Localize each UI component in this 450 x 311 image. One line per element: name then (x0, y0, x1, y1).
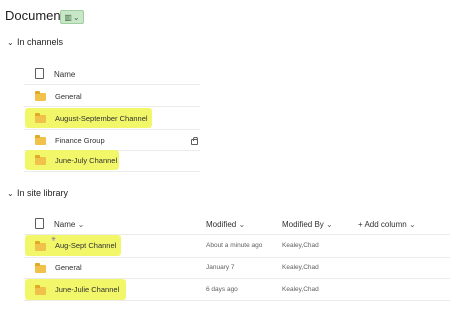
column-header-modified-by[interactable]: Modified By ⌄ (282, 220, 333, 229)
chevron-down-icon: ⌄ (72, 12, 80, 22)
folder-icon (35, 155, 46, 165)
modified-by-value[interactable]: Kealey,Chad (282, 264, 319, 271)
folder-name[interactable]: Aug-Sept Channel (55, 241, 116, 250)
list-item[interactable]: Finance Group (24, 130, 200, 150)
chevron-down-icon: ⌄ (7, 38, 14, 47)
section-in-channels[interactable]: ⌄ In channels (7, 37, 63, 47)
divider (24, 84, 200, 85)
section-heading: In site library (17, 188, 69, 198)
table-row[interactable]: June-Julie Channel 6 days ago Kealey,Cha… (24, 279, 450, 300)
table-row[interactable]: ✳ Aug-Sept Channel About a minute ago Ke… (24, 235, 450, 256)
column-header-name[interactable]: Name ⌄ (54, 220, 84, 229)
modified-value: January 7 (206, 264, 235, 271)
list-item[interactable]: General (24, 86, 200, 106)
section-in-site-library[interactable]: ⌄ In site library (7, 188, 68, 198)
folder-icon (35, 135, 46, 145)
modified-value: 6 days ago (206, 286, 238, 293)
section-heading: In channels (17, 37, 64, 47)
list-item[interactable]: August-September Channel (24, 108, 200, 128)
divider (24, 300, 450, 301)
library-view-icon: ▥ (64, 12, 72, 22)
file-type-icon (35, 218, 44, 229)
folder-icon (35, 285, 46, 295)
folder-name[interactable]: Finance Group (55, 136, 105, 145)
column-header-name[interactable]: Name (54, 70, 75, 79)
chevron-down-icon: ⌄ (238, 220, 246, 229)
folder-name[interactable]: General (55, 92, 82, 101)
folder-name[interactable]: June-Julie Channel (55, 285, 119, 294)
chevron-down-icon: ⌄ (77, 220, 85, 229)
chevron-down-icon: ⌄ (7, 189, 14, 198)
folder-icon (35, 91, 46, 101)
divider (24, 106, 200, 107)
modified-value: About a minute ago (206, 242, 263, 249)
folder-name[interactable]: June-July Channel (55, 156, 117, 165)
folder-icon (35, 241, 46, 251)
folder-name[interactable]: General (55, 263, 82, 272)
divider (24, 171, 200, 172)
chevron-down-icon: ⌄ (326, 220, 333, 229)
table-row[interactable]: General January 7 Kealey,Chad (24, 257, 450, 278)
folder-icon (35, 113, 46, 123)
list-item[interactable]: June-July Channel (24, 150, 200, 170)
modified-by-value[interactable]: Kealey,Chad (282, 242, 319, 249)
folder-icon (35, 263, 46, 273)
column-header-modified[interactable]: Modified ⌄ (206, 220, 245, 229)
modified-by-value[interactable]: Kealey,Chad (282, 286, 319, 293)
chevron-down-icon: ⌄ (408, 220, 416, 229)
add-column-button[interactable]: + Add column ⌄ (358, 220, 416, 229)
view-switcher-button[interactable]: ▥ ⌄ (60, 10, 84, 24)
lock-icon (191, 137, 198, 145)
folder-name[interactable]: August-September Channel (55, 114, 148, 123)
file-type-icon (35, 68, 44, 79)
